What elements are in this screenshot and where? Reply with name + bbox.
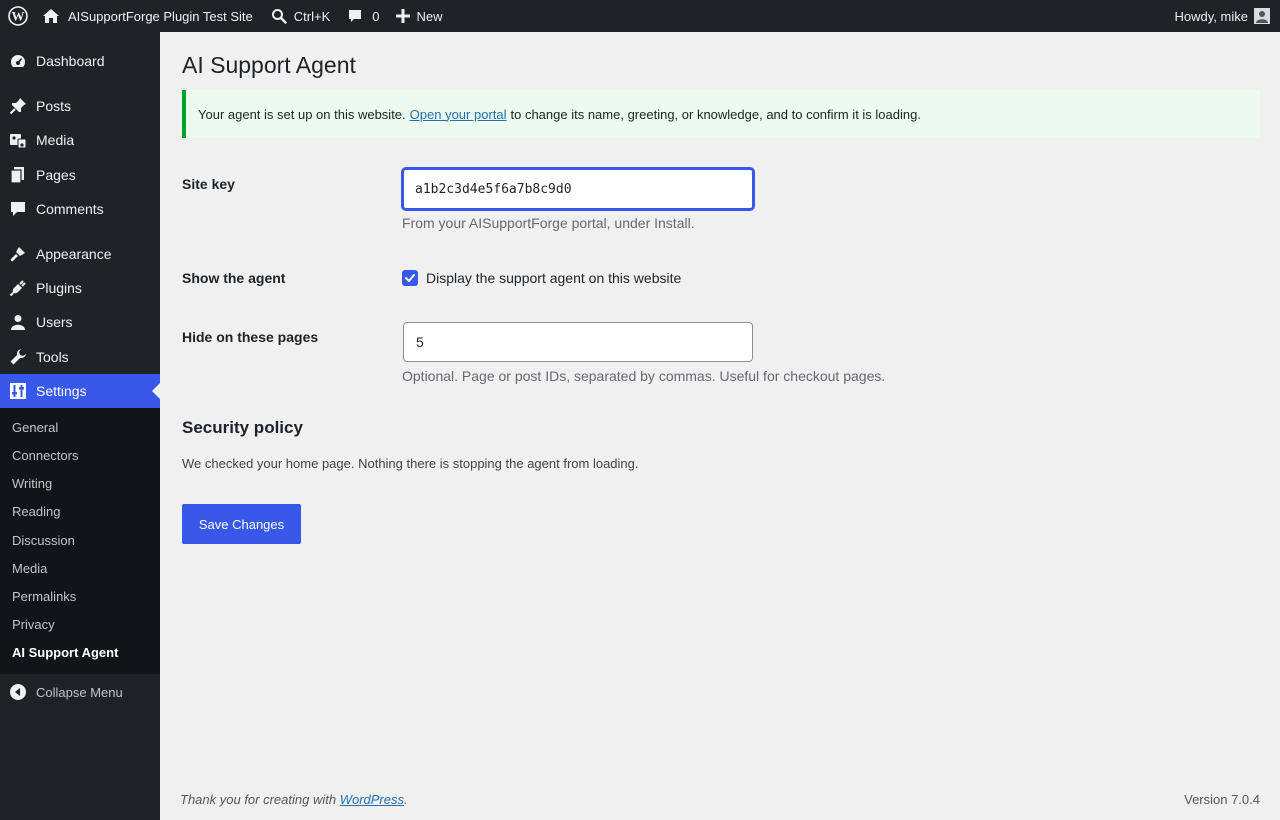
submenu-item-discussion[interactable]: Discussion xyxy=(12,533,75,548)
main-content: AI Support Agent Your agent is set up on… xyxy=(160,32,1280,820)
comment-icon xyxy=(349,10,362,22)
settings-sliders-icon xyxy=(10,383,26,399)
new-label: New xyxy=(416,8,443,24)
site-key-input[interactable] xyxy=(402,168,754,210)
site-name-link[interactable]: AISupportForge Plugin Test Site xyxy=(42,0,253,32)
security-policy-text: We checked your home page. Nothing there… xyxy=(182,456,639,471)
site-key-description: From your AISupportForge portal, under I… xyxy=(402,215,695,231)
new-content-menu[interactable]: New xyxy=(396,0,443,32)
sidebar-item-label: Comments xyxy=(36,201,104,217)
search-shortcut: Ctrl+K xyxy=(293,8,331,24)
sidebar-item-media[interactable]: Media xyxy=(0,123,160,157)
sidebar-item-label: Users xyxy=(36,314,73,330)
sidebar-item-appearance[interactable]: Appearance xyxy=(0,237,160,271)
submenu-item-reading[interactable]: Reading xyxy=(12,504,60,519)
howdy-greeting: Howdy, mike xyxy=(1174,8,1248,24)
checkmark-icon xyxy=(405,274,415,282)
plus-icon xyxy=(396,9,411,23)
open-portal-link[interactable]: Open your portal xyxy=(410,107,507,122)
media-icon xyxy=(10,134,27,149)
comments-count: 0 xyxy=(372,8,380,24)
success-notice: Your agent is set up on this website. Op… xyxy=(182,90,1260,138)
paintbrush-icon xyxy=(10,247,25,262)
collapse-arrow-icon xyxy=(10,684,26,700)
site-key-label: Site key xyxy=(182,176,235,192)
sidebar-item-pages[interactable]: Pages xyxy=(0,158,160,192)
sidebar-item-tools[interactable]: Tools xyxy=(0,340,160,374)
avatar xyxy=(1254,8,1270,24)
pages-icon xyxy=(10,167,24,184)
sidebar-item-label: Tools xyxy=(36,349,69,365)
submenu-item-writing[interactable]: Writing xyxy=(12,476,52,491)
security-policy-heading: Security policy xyxy=(182,418,303,437)
show-agent-label: Show the agent xyxy=(182,270,286,286)
svg-text:W: W xyxy=(12,9,25,24)
dashboard-gauge-icon xyxy=(10,55,26,67)
show-agent-option: Display the support agent on this websit… xyxy=(402,270,681,286)
collapse-menu-button[interactable]: Collapse Menu xyxy=(0,680,160,704)
footer-version: Version 7.0.4 xyxy=(1184,792,1260,807)
sidebar-item-dashboard[interactable]: Dashboard xyxy=(0,44,160,78)
avatar-icon xyxy=(1256,11,1268,23)
footer-thanks-period: . xyxy=(404,792,408,807)
submenu-item-connectors[interactable]: Connectors xyxy=(12,448,78,463)
my-account-menu[interactable]: Howdy, mike xyxy=(1175,0,1270,32)
command-search[interactable]: Ctrl+K xyxy=(271,0,330,32)
hide-pages-input[interactable] xyxy=(403,322,753,362)
sidebar-item-plugins[interactable]: Plugins xyxy=(0,271,160,305)
sidebar-item-posts[interactable]: Posts xyxy=(0,89,160,123)
sidebar-item-users[interactable]: Users xyxy=(0,305,160,339)
wordpress-logo-menu[interactable]: W xyxy=(0,0,36,32)
sidebar-item-comments[interactable]: Comments xyxy=(0,192,160,226)
submenu-item-general[interactable]: General xyxy=(12,420,58,435)
site-name: AISupportForge Plugin Test Site xyxy=(68,8,253,24)
wordpress-icon: W xyxy=(8,6,28,26)
notice-text-before: Your agent is set up on this website. xyxy=(198,106,406,122)
wordpress-link[interactable]: WordPress xyxy=(340,792,404,807)
user-icon xyxy=(11,315,25,330)
sidebar-item-label: Settings xyxy=(36,383,87,399)
admin-bar: W AISupportForge Plugin Test Site Ctrl+K… xyxy=(0,0,1280,32)
submenu-item-privacy[interactable]: Privacy xyxy=(12,617,55,632)
sidebar-item-settings[interactable]: Settings xyxy=(0,374,160,408)
hide-pages-description: Optional. Page or post IDs, separated by… xyxy=(402,368,886,384)
footer-thanks-text: Thank you for creating with xyxy=(180,792,337,807)
submenu-item-permalinks[interactable]: Permalinks xyxy=(12,589,76,604)
submenu-item-media[interactable]: Media xyxy=(12,561,47,576)
page-title: AI Support Agent xyxy=(182,52,356,78)
settings-submenu: General Connectors Writing Reading Discu… xyxy=(0,408,160,674)
sidebar-item-label: Media xyxy=(36,132,75,148)
admin-sidebar: Dashboard Posts Media Pages Comments App… xyxy=(0,32,160,820)
plug-icon xyxy=(9,280,26,297)
sidebar-item-label: Plugins xyxy=(36,280,82,296)
search-icon xyxy=(271,9,287,24)
wrench-icon xyxy=(10,349,26,365)
sidebar-item-label: Appearance xyxy=(36,246,112,262)
footer-thanks: Thank you for creating with WordPress. xyxy=(180,792,408,807)
notice-text-after: to change its name, greeting, or knowled… xyxy=(510,106,921,122)
show-agent-checkbox-label[interactable]: Display the support agent on this websit… xyxy=(426,270,681,286)
save-changes-button[interactable]: Save Changes xyxy=(182,504,301,544)
sidebar-item-label: Dashboard xyxy=(36,53,105,69)
collapse-menu-label: Collapse Menu xyxy=(36,684,123,700)
pushpin-icon xyxy=(9,98,26,115)
submenu-item-ai-support-agent[interactable]: AI Support Agent xyxy=(12,645,118,660)
sidebar-item-label: Posts xyxy=(36,98,72,114)
sidebar-item-label: Pages xyxy=(36,167,76,183)
home-icon xyxy=(43,9,59,23)
hide-pages-label: Hide on these pages xyxy=(182,329,319,345)
comment-bubble-icon xyxy=(11,202,25,216)
show-agent-checkbox[interactable] xyxy=(402,270,418,286)
comments-link[interactable]: 0 xyxy=(347,0,379,32)
